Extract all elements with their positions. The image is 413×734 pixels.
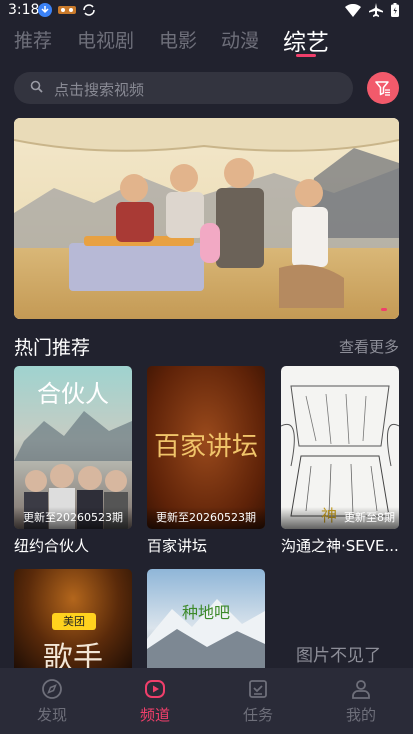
banner-page-indicator xyxy=(381,308,387,311)
poster-title-art: 合伙人 xyxy=(37,380,109,408)
play-icon xyxy=(145,680,165,698)
tab-movies[interactable]: 电影 xyxy=(159,26,197,53)
search-placeholder: 点击搜索视频 xyxy=(54,81,145,99)
poster-image xyxy=(281,385,399,517)
nav-tasks[interactable]: 任务 xyxy=(228,678,288,725)
airplane-icon xyxy=(369,3,383,17)
category-tabs: 推荐 电视剧 电影 动漫 综艺 xyxy=(0,22,413,62)
show-poster: 种地吧 xyxy=(147,569,265,668)
tab-recommend[interactable]: 推荐 xyxy=(14,26,52,53)
show-poster: 神 更新至8期 xyxy=(281,366,399,529)
update-badge: 更新至20260523期 xyxy=(147,507,265,529)
compass-icon xyxy=(42,679,62,699)
nav-label: 任务 xyxy=(242,706,273,724)
battery-icon xyxy=(391,3,399,17)
search-input[interactable]: 点击搜索视频 xyxy=(14,72,353,104)
show-title: 沟通之神·SEVE... xyxy=(281,537,399,555)
poster-title-art: 种地吧 xyxy=(181,603,230,622)
section-title: 热门推荐 xyxy=(14,337,91,359)
tab-anime[interactable]: 动漫 xyxy=(221,26,259,53)
tab-variety[interactable]: 综艺 xyxy=(283,23,329,57)
wifi-icon xyxy=(345,3,361,17)
status-time: 3:18 xyxy=(8,2,40,18)
banner-image xyxy=(14,118,399,319)
update-badge: 更新至8期 xyxy=(281,507,399,529)
show-title: 百家讲坛 xyxy=(147,537,208,555)
download-notification-icon xyxy=(38,3,52,17)
nav-label: 我的 xyxy=(345,706,376,724)
bottom-navigation: 发现 频道 任务 我的 xyxy=(0,668,413,734)
tab-tv-series[interactable]: 电视剧 xyxy=(77,26,134,53)
filter-button[interactable] xyxy=(367,72,399,104)
checklist-icon xyxy=(249,680,267,698)
featured-banner[interactable] xyxy=(14,118,399,319)
show-poster: 合伙人 更新至20260523期 xyxy=(14,366,132,529)
nav-discover[interactable]: 发现 xyxy=(22,678,82,725)
show-poster: 美团 歌手 xyxy=(14,569,132,668)
meituan-logo: 美团 xyxy=(52,613,96,630)
app-notification-icon xyxy=(58,6,76,14)
poster-title-art: 歌手 xyxy=(43,641,103,668)
nav-label: 发现 xyxy=(36,706,67,724)
nav-channel[interactable]: 频道 xyxy=(125,678,185,725)
show-title: 纽约合伙人 xyxy=(14,537,90,555)
user-icon xyxy=(352,680,370,699)
nav-label: 频道 xyxy=(139,706,170,724)
missing-image-placeholder: 图片不见了 xyxy=(296,646,381,666)
update-badge: 更新至20260523期 xyxy=(14,507,132,529)
see-more-link[interactable]: 查看更多 xyxy=(339,336,399,357)
nav-profile[interactable]: 我的 xyxy=(331,678,391,725)
show-poster: 百家讲坛 更新至20260523期 xyxy=(147,366,265,529)
search-icon xyxy=(30,80,43,93)
sync-icon xyxy=(83,4,95,16)
active-tab-indicator xyxy=(296,54,316,57)
status-bar: 3:18 xyxy=(0,0,413,22)
poster-title-art: 百家讲坛 xyxy=(153,432,258,462)
filter-icon xyxy=(375,81,390,96)
